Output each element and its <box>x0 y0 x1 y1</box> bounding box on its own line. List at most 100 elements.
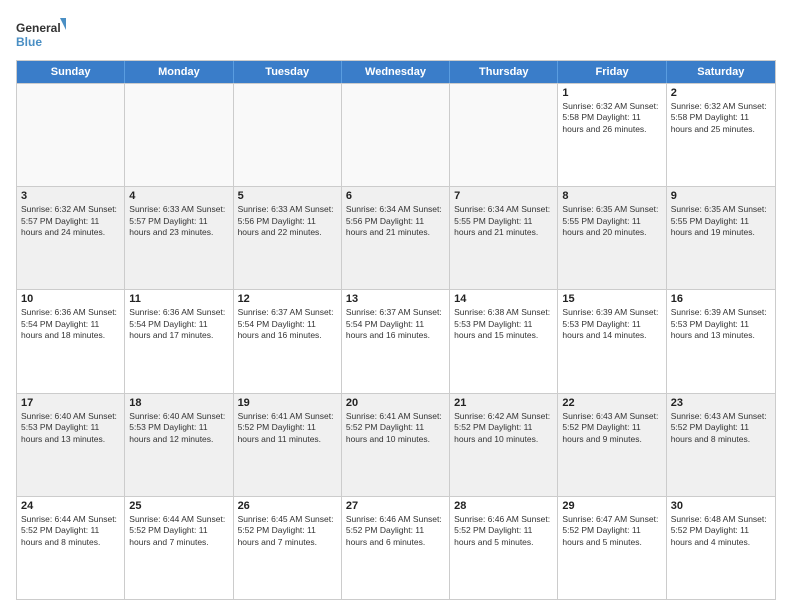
day-cell-1: 1Sunrise: 6:32 AM Sunset: 5:58 PM Daylig… <box>558 84 666 186</box>
day-number-27: 27 <box>346 500 445 512</box>
day-info-21: Sunrise: 6:42 AM Sunset: 5:52 PM Dayligh… <box>454 411 553 445</box>
day-info-23: Sunrise: 6:43 AM Sunset: 5:52 PM Dayligh… <box>671 411 771 445</box>
day-info-13: Sunrise: 6:37 AM Sunset: 5:54 PM Dayligh… <box>346 307 445 341</box>
logo-svg: General Blue <box>16 16 66 52</box>
day-number-2: 2 <box>671 87 771 99</box>
day-number-13: 13 <box>346 293 445 305</box>
day-cell-8: 8 Sunrise: 6:35 AM Sunset: 5:55 PM Daylig… <box>558 187 666 289</box>
day-info-17: Sunrise: 6:40 AM Sunset: 5:53 PM Dayligh… <box>21 411 120 445</box>
day-info-4: Sunrise: 6:33 AM Sunset: 5:57 PM Dayligh… <box>129 204 228 238</box>
day-cell-16: 16Sunrise: 6:39 AM Sunset: 5:53 PM Dayli… <box>667 290 775 392</box>
day-cell-15: 15 Sunrise: 6:39 AM Sunset: 5:53 PM Dayli… <box>558 290 666 392</box>
day-number-20: 20 <box>346 397 445 409</box>
page: General Blue SundayMondayTuesdayWednesda… <box>0 0 792 612</box>
day-cell-2: 2 Sunrise: 6:32 AM Sunset: 5:58 PM Daylig… <box>667 84 775 186</box>
day-number-23: 23 <box>671 397 771 409</box>
day-cell-18: 18 Sunrise: 6:40 AM Sunset: 5:53 PM Dayli… <box>125 394 233 496</box>
day-cell-4: 4 Sunrise: 6:33 AM Sunset: 5:57 PM Daylig… <box>125 187 233 289</box>
day-number-3: 3 <box>21 190 120 202</box>
day-cell-19: 19 Sunrise: 6:41 AM Sunset: 5:52 PM Dayli… <box>234 394 342 496</box>
day-info-18: Sunrise: 6:40 AM Sunset: 5:53 PM Dayligh… <box>129 411 228 445</box>
day-cell-17: 17 Sunrise: 6:40 AM Sunset: 5:53 PM Dayli… <box>17 394 125 496</box>
day-number-19: 19 <box>238 397 337 409</box>
empty-cell-0-1 <box>125 84 233 186</box>
day-info-6: Sunrise: 6:34 AM Sunset: 5:56 PM Dayligh… <box>346 204 445 238</box>
day-cell-25: 25 Sunrise: 6:44 AM Sunset: 5:52 PM Dayli… <box>125 497 233 599</box>
logo: General Blue <box>16 16 66 52</box>
day-cell-22: 22 Sunrise: 6:43 AM Sunset: 5:52 PM Dayli… <box>558 394 666 496</box>
day-number-21: 21 <box>454 397 553 409</box>
header-day-thursday: Thursday <box>450 61 558 83</box>
day-info-15: Sunrise: 6:39 AM Sunset: 5:53 PM Dayligh… <box>562 307 661 341</box>
day-number-25: 25 <box>129 500 228 512</box>
header-day-wednesday: Wednesday <box>342 61 450 83</box>
header-day-friday: Friday <box>558 61 666 83</box>
day-cell-10: 10 Sunrise: 6:36 AM Sunset: 5:54 PM Dayli… <box>17 290 125 392</box>
day-cell-3: 3Sunrise: 6:32 AM Sunset: 5:57 PM Daylig… <box>17 187 125 289</box>
day-number-6: 6 <box>346 190 445 202</box>
day-info-11: Sunrise: 6:36 AM Sunset: 5:54 PM Dayligh… <box>129 307 228 341</box>
day-cell-6: 6 Sunrise: 6:34 AM Sunset: 5:56 PM Daylig… <box>342 187 450 289</box>
day-number-9: 9 <box>671 190 771 202</box>
day-cell-21: 21 Sunrise: 6:42 AM Sunset: 5:52 PM Dayli… <box>450 394 558 496</box>
week-row-2: 3Sunrise: 6:32 AM Sunset: 5:57 PM Daylig… <box>17 186 775 289</box>
day-number-10: 10 <box>21 293 120 305</box>
day-info-24: Sunrise: 6:44 AM Sunset: 5:52 PM Dayligh… <box>21 514 120 548</box>
day-number-22: 22 <box>562 397 661 409</box>
day-info-5: Sunrise: 6:33 AM Sunset: 5:56 PM Dayligh… <box>238 204 337 238</box>
empty-cell-0-0 <box>17 84 125 186</box>
day-number-28: 28 <box>454 500 553 512</box>
day-cell-24: 24 Sunrise: 6:44 AM Sunset: 5:52 PM Dayli… <box>17 497 125 599</box>
day-number-30: 30 <box>671 500 771 512</box>
day-cell-9: 9 Sunrise: 6:35 AM Sunset: 5:55 PM Daylig… <box>667 187 775 289</box>
day-number-14: 14 <box>454 293 553 305</box>
week-row-3: 10 Sunrise: 6:36 AM Sunset: 5:54 PM Dayli… <box>17 289 775 392</box>
day-number-7: 7 <box>454 190 553 202</box>
week-row-1: 1 Sunrise: 6:32 AM Sunset: 5:58 PM Daylig… <box>17 83 775 186</box>
day-number-18: 18 <box>129 397 228 409</box>
day-number-29: 29 <box>562 500 661 512</box>
empty-cell-0-4 <box>450 84 558 186</box>
calendar-body: 1 Sunrise: 6:32 AM Sunset: 5:58 PM Daylig… <box>17 83 775 599</box>
day-cell-26: 26Sunrise: 6:45 AM Sunset: 5:52 PM Dayli… <box>234 497 342 599</box>
day-info-26: Sunrise: 6:45 AM Sunset: 5:52 PM Dayligh… <box>238 514 337 548</box>
day-info-27: Sunrise: 6:46 AM Sunset: 5:52 PM Dayligh… <box>346 514 445 548</box>
day-info-2: Sunrise: 6:32 AM Sunset: 5:58 PM Dayligh… <box>671 101 771 135</box>
day-number-16: 16 <box>671 293 771 305</box>
svg-text:General: General <box>16 21 61 35</box>
day-info-30: Sunrise: 6:48 AM Sunset: 5:52 PM Dayligh… <box>671 514 771 548</box>
day-info-7: Sunrise: 6:34 AM Sunset: 5:55 PM Dayligh… <box>454 204 553 238</box>
week-row-4: 17 Sunrise: 6:40 AM Sunset: 5:53 PM Dayli… <box>17 393 775 496</box>
day-number-5: 5 <box>238 190 337 202</box>
day-number-4: 4 <box>129 190 228 202</box>
day-number-8: 8 <box>562 190 661 202</box>
day-info-12: Sunrise: 6:37 AM Sunset: 5:54 PM Dayligh… <box>238 307 337 341</box>
day-cell-12: 12Sunrise: 6:37 AM Sunset: 5:54 PM Dayli… <box>234 290 342 392</box>
day-cell-27: 27 Sunrise: 6:46 AM Sunset: 5:52 PM Dayli… <box>342 497 450 599</box>
empty-cell-0-3 <box>342 84 450 186</box>
day-number-24: 24 <box>21 500 120 512</box>
day-info-22: Sunrise: 6:43 AM Sunset: 5:52 PM Dayligh… <box>562 411 661 445</box>
day-cell-13: 13 Sunrise: 6:37 AM Sunset: 5:54 PM Dayli… <box>342 290 450 392</box>
day-number-15: 15 <box>562 293 661 305</box>
day-info-25: Sunrise: 6:44 AM Sunset: 5:52 PM Dayligh… <box>129 514 228 548</box>
week-row-5: 24 Sunrise: 6:44 AM Sunset: 5:52 PM Dayli… <box>17 496 775 599</box>
day-number-1: 1 <box>562 87 661 99</box>
day-info-20: Sunrise: 6:41 AM Sunset: 5:52 PM Dayligh… <box>346 411 445 445</box>
day-info-9: Sunrise: 6:35 AM Sunset: 5:55 PM Dayligh… <box>671 204 771 238</box>
day-number-17: 17 <box>21 397 120 409</box>
day-cell-20: 20 Sunrise: 6:41 AM Sunset: 5:52 PM Dayli… <box>342 394 450 496</box>
day-info-8: Sunrise: 6:35 AM Sunset: 5:55 PM Dayligh… <box>562 204 661 238</box>
day-cell-28: 28 Sunrise: 6:46 AM Sunset: 5:52 PM Dayli… <box>450 497 558 599</box>
empty-cell-0-2 <box>234 84 342 186</box>
calendar: SundayMondayTuesdayWednesdayThursdayFrid… <box>16 60 776 600</box>
day-number-11: 11 <box>129 293 228 305</box>
day-info-10: Sunrise: 6:36 AM Sunset: 5:54 PM Dayligh… <box>21 307 120 341</box>
svg-text:Blue: Blue <box>16 35 42 49</box>
day-info-28: Sunrise: 6:46 AM Sunset: 5:52 PM Dayligh… <box>454 514 553 548</box>
day-info-19: Sunrise: 6:41 AM Sunset: 5:52 PM Dayligh… <box>238 411 337 445</box>
header-day-sunday: Sunday <box>17 61 125 83</box>
day-cell-30: 30 Sunrise: 6:48 AM Sunset: 5:52 PM Dayli… <box>667 497 775 599</box>
header-day-monday: Monday <box>125 61 233 83</box>
header-day-saturday: Saturday <box>667 61 775 83</box>
